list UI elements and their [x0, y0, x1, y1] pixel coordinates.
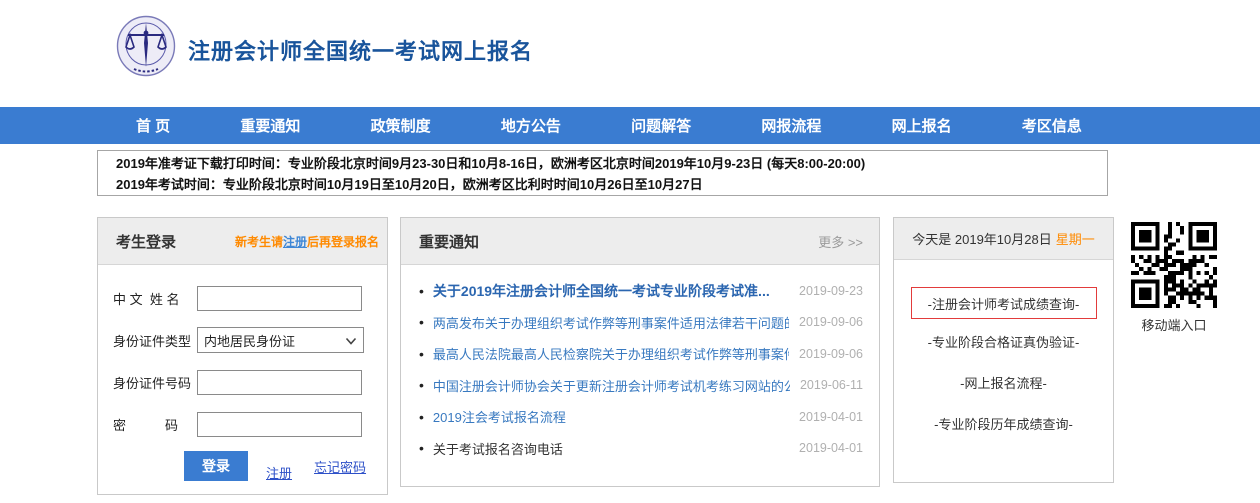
id-number-field[interactable] [197, 370, 362, 395]
page: 注册会计师全国统一考试网上报名 首 页 重要通知 政策制度 地方公告 问题解答 … [0, 0, 1260, 503]
notice-link[interactable]: 两高发布关于办理组织考试作弊等刑事案件适用法律若干问题的... [433, 313, 789, 332]
bullet-icon: • [419, 346, 424, 362]
notice-line-exam-time: 2019年考试时间：专业阶段北京时间10月19日至10月20日，欧洲考区比利时时… [116, 174, 1107, 195]
login-button[interactable]: 登录 [184, 451, 248, 481]
list-item: • 最高人民法院最高人民检察院关于办理组织考试作弊等刑事案件... 2019-0… [401, 338, 879, 370]
candidate-login-panel: 考生登录 新考生请注册后再登录报名 中 文 姓 名 身份证件类型 内地居民身份证… [97, 217, 388, 495]
certificate-verify-link[interactable]: -专业阶段合格证真伪验证- [928, 332, 1080, 351]
login-panel-header: 考生登录 新考生请注册后再登录报名 [98, 218, 387, 265]
nav-item-registration-process[interactable]: 网报流程 [761, 115, 821, 136]
main-nav: 首 页 重要通知 政策制度 地方公告 问题解答 网报流程 网上报名 考区信息 [0, 107, 1260, 144]
new-candidate-hint: 新考生请注册后再登录报名 [235, 233, 387, 250]
mobile-entry-block: 移动端入口 [1128, 222, 1220, 334]
hint-prefix: 新考生请 [235, 235, 283, 249]
chinese-name-field[interactable] [197, 286, 362, 311]
list-item: • 关于考试报名咨询电话 2019-04-01 [401, 433, 879, 465]
exam-schedule-notice: 2019年准考证下载打印时间：专业阶段北京时间9月23-30日和10月8-16日… [97, 150, 1108, 196]
historical-scores-link[interactable]: -专业阶段历年成绩查询- [934, 414, 1073, 433]
nav-item-exam-area-info[interactable]: 考区信息 [1022, 115, 1082, 136]
chevron-down-icon [345, 335, 357, 347]
notice-date: 2019-04-01 [799, 410, 863, 424]
registration-process-link[interactable]: -网上报名流程- [960, 373, 1047, 392]
more-link[interactable]: 更多 >> [818, 232, 879, 251]
page-title: 注册会计师全国统一考试网上报名 [188, 34, 533, 66]
quick-links-panel: 今天是 2019年10月28日 星期一 -注册会计师考试成绩查询- -专业阶段合… [893, 217, 1114, 483]
site-header: 注册会计师全国统一考试网上报名 [0, 0, 1260, 107]
list-item: • 2019注会考试报名流程 2019-04-01 [401, 401, 879, 433]
notice-link[interactable]: 2019注会考试报名流程 [433, 407, 789, 426]
nav-item-important-notices[interactable]: 重要通知 [240, 115, 300, 136]
bullet-icon: • [419, 283, 424, 299]
nav-item-local-announcements[interactable]: 地方公告 [501, 115, 561, 136]
nav-item-online-registration[interactable]: 网上报名 [892, 115, 952, 136]
login-title: 考生登录 [98, 231, 176, 252]
today-date: 今天是 2019年10月28日 [912, 229, 1051, 248]
mobile-entry-label: 移动端入口 [1128, 315, 1220, 334]
id-type-select[interactable]: 内地居民身份证 [197, 327, 364, 353]
notice-date: 2019-09-06 [799, 315, 863, 329]
name-label: 中 文 姓 名 [113, 289, 197, 308]
password-field[interactable] [197, 412, 362, 437]
score-query-link[interactable]: -注册会计师考试成绩查询- [928, 294, 1080, 313]
important-notices-panel: 重要通知 更多 >> • 关于2019年注册会计师全国统一考试专业阶段考试准..… [400, 217, 880, 487]
notices-panel-header: 重要通知 更多 >> [401, 218, 879, 265]
nav-item-policies[interactable]: 政策制度 [371, 115, 431, 136]
notice-date: 2019-06-11 [800, 378, 863, 392]
bullet-icon: • [419, 440, 424, 456]
bullet-icon: • [419, 409, 424, 425]
notice-link[interactable]: 关于考试报名咨询电话 [433, 439, 789, 458]
notice-date: 2019-09-23 [799, 284, 863, 298]
list-item: • 中国注册会计师协会关于更新注册会计师考试机考练习网站的公... 2019-0… [401, 370, 879, 402]
notice-date: 2019-04-01 [799, 441, 863, 455]
list-item: • 关于2019年注册会计师全国统一考试专业阶段考试准... 2019-09-2… [401, 275, 879, 307]
notice-link[interactable]: 中国注册会计师协会关于更新注册会计师考试机考练习网站的公... [433, 376, 790, 395]
register-inline-link[interactable]: 注册 [283, 235, 307, 249]
bullet-icon: • [419, 314, 424, 330]
register-link[interactable]: 注册 [266, 463, 292, 482]
qr-code [1131, 222, 1217, 308]
notice-link[interactable]: 关于2019年注册会计师全国统一考试专业阶段考试准... [433, 281, 789, 301]
notices-title: 重要通知 [401, 231, 479, 252]
notice-link[interactable]: 最高人民法院最高人民检察院关于办理组织考试作弊等刑事案件... [433, 344, 789, 363]
notice-line-print-time: 2019年准考证下载打印时间：专业阶段北京时间9月23-30日和10月8-16日… [116, 153, 1107, 174]
id-number-label: 身份证件号码 [113, 373, 197, 392]
bullet-icon: • [419, 377, 424, 393]
notice-date: 2019-09-06 [799, 347, 863, 361]
hint-suffix: 后再登录报名 [307, 235, 379, 249]
list-item: • 两高发布关于办理组织考试作弊等刑事案件适用法律若干问题的... 2019-0… [401, 307, 879, 339]
password-label: 密 码 [113, 415, 197, 434]
id-type-label: 身份证件类型 [113, 331, 197, 350]
nav-item-home[interactable]: 首 页 [136, 115, 170, 136]
cicpa-logo-icon [116, 15, 176, 77]
today-date-header: 今天是 2019年10月28日 星期一 [894, 218, 1113, 260]
forgot-password-link[interactable]: 忘记密码 [314, 457, 366, 476]
notice-list: • 关于2019年注册会计师全国统一考试专业阶段考试准... 2019-09-2… [401, 265, 879, 464]
id-type-selected-value: 内地居民身份证 [204, 331, 295, 350]
quick-links: -注册会计师考试成绩查询- -专业阶段合格证真伪验证- -网上报名流程- -专业… [894, 260, 1113, 433]
login-form: 中 文 姓 名 身份证件类型 内地居民身份证 身份证件号码 密 码 登录 [98, 265, 387, 482]
weekday: 星期一 [1056, 229, 1095, 248]
nav-item-faq[interactable]: 问题解答 [631, 115, 691, 136]
score-query-highlight-box: -注册会计师考试成绩查询- [911, 287, 1097, 319]
